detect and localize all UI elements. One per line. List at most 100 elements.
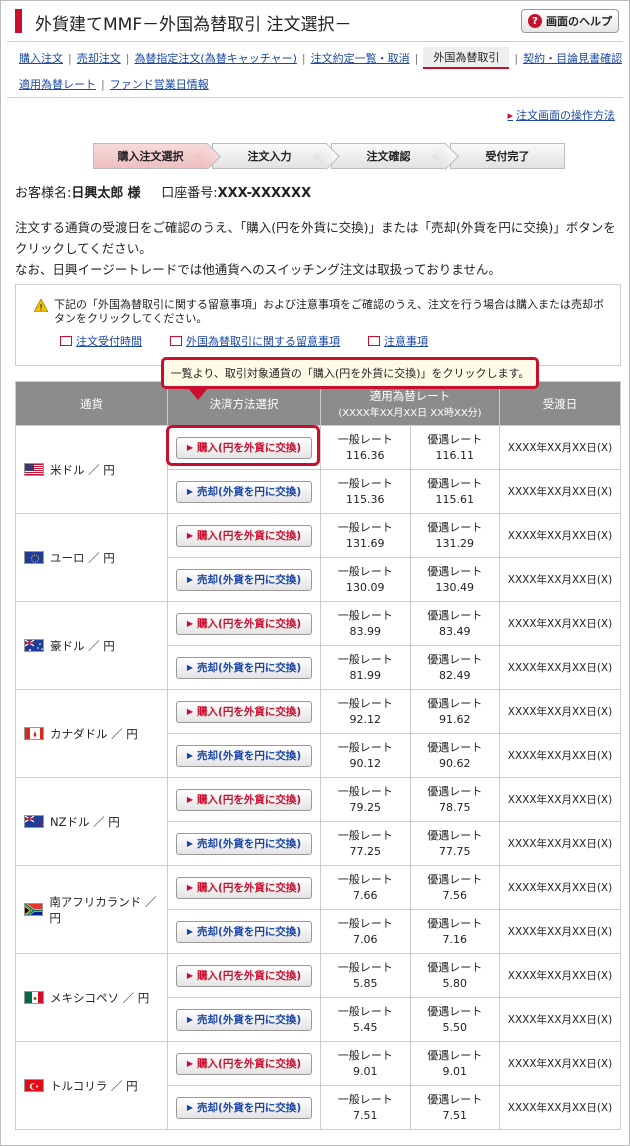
instruction-callout: 一覧より、取引対象通貨の「購入(円を外貨に交換)」をクリックします。 <box>161 357 539 400</box>
nav-tab-fx-trade[interactable]: 外国為替取引 <box>423 47 510 69</box>
general-rate-value: 77.25 <box>349 844 382 858</box>
general-rate-label: 一般レート <box>337 740 393 754</box>
link-fx-notes[interactable]: 外国為替取引に関する留意事項 <box>170 333 340 349</box>
sell-button-tr[interactable]: ▶ 売却(外貨を円に交換) <box>176 1096 312 1119</box>
buy-button-au[interactable]: ▶ 購入(円を外貨に交換) <box>176 612 312 635</box>
sell-button-cell: ▶ 売却(外貨を円に交換) <box>167 469 321 514</box>
preferred-rate-label: 優遇レート <box>427 652 483 666</box>
nav-link-rates[interactable]: 適用為替レート <box>19 76 96 92</box>
help-button[interactable]: ? 画面のヘルプ <box>521 9 619 33</box>
page-frame: 外貨建てMMF－外国為替取引 注文選択－ ? 画面のヘルプ 購入注文 | 売却注文… <box>0 0 630 1146</box>
preferred-rate-label: 優遇レート <box>427 916 483 930</box>
preferred-rate-value: 7.16 <box>442 932 468 946</box>
general-rate-buy: 一般レート 9.01 <box>320 1041 411 1086</box>
general-rate-label: 一般レート <box>337 784 393 798</box>
general-rate-buy: 一般レート 5.85 <box>320 953 411 998</box>
warning-icon: ! <box>34 299 48 312</box>
preferred-rate-value: 9.01 <box>442 1064 468 1078</box>
preferred-rate-label: 優遇レート <box>427 696 483 710</box>
sell-button-label: 売却(外貨を円に交換) <box>197 574 302 586</box>
nav-link-fx-catcher[interactable]: 為替指定注文(為替キャッチャー) <box>134 50 296 66</box>
currency-pair-label: メキシコペソ ／ 円 <box>50 990 150 1005</box>
nav-link-contract[interactable]: 契約・目論見書確認 <box>523 50 622 66</box>
table-row: 南アフリカランド ／ 円 ▶ 購入(円を外貨に交換) 一般レート 7.66 優遇レート 7.… <box>15 865 621 954</box>
link-order-hours[interactable]: 注文受付時間 <box>60 333 142 349</box>
sell-button-us[interactable]: ▶ 売却(外貨を円に交換) <box>176 480 312 503</box>
general-rate-label: 一般レート <box>337 828 393 842</box>
general-rate-value: 5.85 <box>353 976 378 990</box>
preferred-rate-value: 115.61 <box>435 492 475 506</box>
preferred-rate-sell: 優遇レート 115.61 <box>409 469 500 514</box>
currency-cell: カナダドル ／ 円 <box>15 689 168 778</box>
sell-button-nz[interactable]: ▶ 売却(外貨を円に交換) <box>176 832 312 855</box>
general-rate-buy: 一般レート 83.99 <box>320 601 411 646</box>
header-currency: 通貨 <box>15 381 168 426</box>
buy-button-eu[interactable]: ▶ 購入(円を外貨に交換) <box>176 524 312 547</box>
us-flag-icon <box>24 463 44 476</box>
preferred-rate-buy: 優遇レート 131.29 <box>409 513 500 558</box>
buy-button-za[interactable]: ▶ 購入(円を外貨に交換) <box>176 876 312 899</box>
link-cautions[interactable]: 注意事項 <box>368 333 428 349</box>
buy-button-tr[interactable]: ▶ 購入(円を外貨に交換) <box>176 1052 312 1075</box>
delivery-date: XXXX年XX月XX日(X) <box>499 1041 621 1086</box>
nav-link-sell-order[interactable]: 売却注文 <box>77 50 121 66</box>
buy-button-cell: ▶ 購入(円を外貨に交換) <box>167 865 321 910</box>
svg-text:!: ! <box>39 304 43 313</box>
general-rate-buy: 一般レート 92.12 <box>320 689 411 734</box>
general-rate-buy: 一般レート 7.66 <box>320 865 411 910</box>
divider <box>7 41 623 42</box>
delivery-date: XXXX年XX月XX日(X) <box>499 953 621 998</box>
preferred-rate-label: 優遇レート <box>427 432 483 446</box>
nav-link-buy-order[interactable]: 購入注文 <box>19 50 63 66</box>
buy-button-mx[interactable]: ▶ 購入(円を外貨に交換) <box>176 964 312 987</box>
currency-cell: メキシコペソ ／ 円 <box>15 953 168 1042</box>
preferred-rate-label: 優遇レート <box>427 476 483 490</box>
divider <box>7 97 623 98</box>
sell-button-label: 売却(外貨を円に交換) <box>197 926 302 938</box>
delivery-date: XXXX年XX月XX日(X) <box>499 513 621 558</box>
preferred-rate-value: 77.75 <box>439 844 471 858</box>
preferred-rate-sell: 優遇レート 5.50 <box>409 997 500 1042</box>
sell-button-ca[interactable]: ▶ 売却(外貨を円に交換) <box>176 744 312 767</box>
preferred-rate-value: 131.29 <box>435 536 475 550</box>
general-rate-sell: 一般レート 7.06 <box>320 909 411 954</box>
notice-text: 下記の「外国為替取引に関する留意事項」および注意事項をご確認のうえ、注文を行う場… <box>54 298 604 325</box>
nz-flag-icon <box>24 815 44 828</box>
sell-button-au[interactable]: ▶ 売却(外貨を円に交換) <box>176 656 312 679</box>
general-rate-label: 一般レート <box>337 432 393 446</box>
sell-button-label: 売却(外貨を円に交換) <box>197 1014 302 1026</box>
delivery-date: XXXX年XX月XX日(X) <box>499 689 621 734</box>
general-rate-label: 一般レート <box>337 916 393 930</box>
buy-button-ca[interactable]: ▶ 購入(円を外貨に交換) <box>176 700 312 723</box>
delivery-date: XXXX年XX月XX日(X) <box>499 909 621 954</box>
nav-link-order-list[interactable]: 注文約定一覧・取消 <box>311 50 410 66</box>
buy-button-nz[interactable]: ▶ 購入(円を外貨に交換) <box>176 788 312 811</box>
buy-button-label: 購入(円を外貨に交換) <box>197 706 302 718</box>
preferred-rate-label: 優遇レート <box>427 1092 483 1106</box>
sell-button-eu[interactable]: ▶ 売却(外貨を円に交換) <box>176 568 312 591</box>
step-complete: 受付完了 <box>450 143 565 169</box>
buy-button-cell: ▶ 購入(円を外貨に交換) <box>167 777 321 822</box>
general-rate-label: 一般レート <box>337 960 393 974</box>
header-rate-time: (XXXX年XX月XX日 XX時XX分) <box>338 408 482 419</box>
howto-link[interactable]: 注文画面の操作方法 <box>507 107 615 123</box>
general-rate-label: 一般レート <box>337 1092 393 1106</box>
sell-button-za[interactable]: ▶ 売却(外貨を円に交換) <box>176 920 312 943</box>
page-icon <box>368 336 380 346</box>
sell-button-cell: ▶ 売却(外貨を円に交換) <box>167 821 321 866</box>
delivery-date: XXXX年XX月XX日(X) <box>499 733 621 778</box>
delivery-date: XXXX年XX月XX日(X) <box>499 821 621 866</box>
delivery-date: XXXX年XX月XX日(X) <box>499 1085 621 1130</box>
sell-button-cell: ▶ 売却(外貨を円に交換) <box>167 1085 321 1130</box>
sell-button-cell: ▶ 売却(外貨を円に交換) <box>167 557 321 602</box>
sell-button-cell: ▶ 売却(外貨を円に交換) <box>167 997 321 1042</box>
preferred-rate-buy: 優遇レート 83.49 <box>409 601 500 646</box>
table-row: NZドル ／ 円 ▶ 購入(円を外貨に交換) 一般レート 79.25 優遇レート 78.75… <box>15 777 621 866</box>
za-flag-icon <box>24 903 44 916</box>
nav-link-fund-calendar[interactable]: ファンド営業日情報 <box>110 76 209 92</box>
preferred-rate-value: 82.49 <box>439 668 471 682</box>
sell-button-mx[interactable]: ▶ 売却(外貨を円に交換) <box>176 1008 312 1031</box>
general-rate-value: 90.12 <box>349 756 382 770</box>
nav-row-2: 適用為替レート | ファンド営業日情報 <box>19 76 209 92</box>
general-rate-sell: 一般レート 115.36 <box>320 469 411 514</box>
